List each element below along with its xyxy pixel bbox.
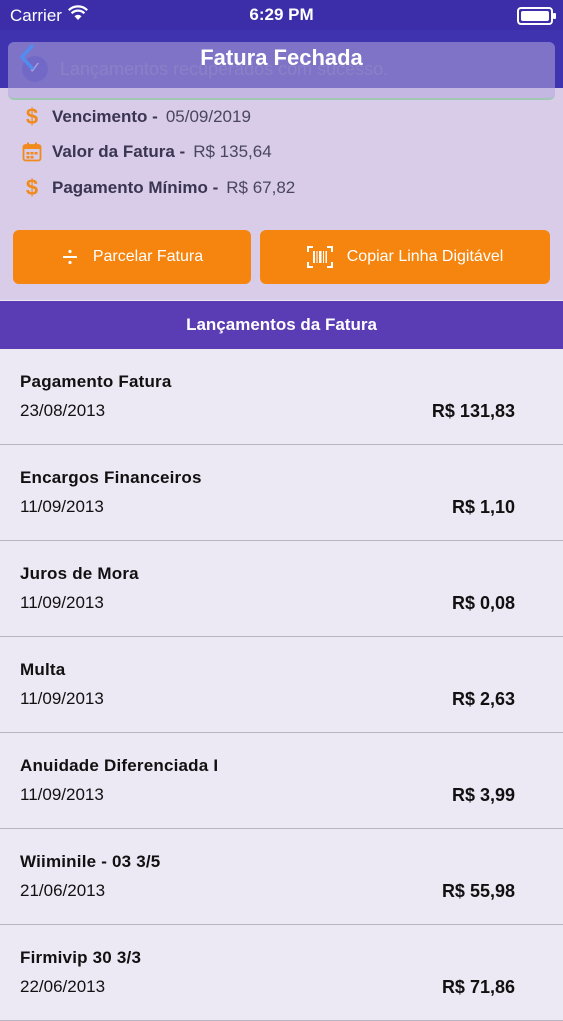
transaction-row[interactable]: Wiiminile - 03 3/5 21/06/2013 R$ 55,98: [0, 829, 563, 925]
barcode-icon: [306, 246, 333, 268]
transaction-description: Juros de Mora: [20, 564, 139, 583]
transaction-amount: R$ 2,63: [451, 689, 515, 709]
transaction-description: Pagamento Fatura: [20, 372, 172, 391]
copy-barcode-button-label: Copiar Linha Digitável: [346, 248, 504, 265]
due-date-row: $ Vencimento - 05/09/2019: [20, 103, 251, 131]
transactions-section-header: Lançamentos da Fatura: [0, 301, 563, 349]
installment-button[interactable]: Parcelar Fatura: [13, 230, 251, 284]
transaction-amount: R$ 0,08: [451, 593, 515, 613]
transaction-row[interactable]: Juros de Mora 11/09/2013 R$ 0,08: [0, 541, 563, 637]
transaction-amount: R$ 131,83: [431, 401, 515, 421]
page-title: Fatura Fechada: [200, 45, 363, 70]
transaction-row[interactable]: Pagamento Fatura 23/08/2013 R$ 131,83: [0, 349, 563, 445]
transaction-date: 21/06/2013: [20, 881, 106, 900]
transaction-amount: R$ 1,10: [451, 497, 515, 517]
transaction-description: Encargos Financeiros: [20, 468, 202, 487]
transaction-description: Anuidade Diferenciada I: [20, 756, 219, 775]
dollar-icon: $: [25, 104, 39, 129]
invoice-amount-label: Valor da Fatura -: [52, 142, 186, 161]
transaction-description: Firmivip 30 3/3: [20, 948, 142, 967]
transaction-description: Multa: [20, 660, 66, 679]
transaction-row[interactable]: Anuidade Diferenciada I 11/09/2013 R$ 3,…: [0, 733, 563, 829]
transaction-amount: R$ 3,99: [451, 785, 515, 805]
minimum-payment-row: $ Pagamento Mínimo - R$ 67,82: [20, 174, 295, 202]
battery-icon: [517, 7, 556, 25]
transaction-date: 11/09/2013: [20, 689, 104, 708]
calendar-icon: [20, 140, 44, 164]
due-date-label: Vencimento -: [52, 107, 158, 126]
dollar-icon: $: [25, 175, 39, 200]
due-date-value: 05/09/2019: [165, 107, 251, 126]
divide-icon: [61, 248, 79, 266]
transaction-date: 23/08/2013: [20, 401, 106, 420]
status-bar: Carrier 6:29 PM: [0, 0, 563, 30]
transaction-date: 11/09/2013: [20, 497, 104, 516]
invoice-amount-value: R$ 135,64: [193, 142, 272, 161]
transaction-amount: R$ 71,86: [441, 977, 515, 997]
transaction-amount: R$ 55,98: [441, 881, 515, 901]
transaction-date: 11/09/2013: [20, 593, 104, 612]
transaction-date: 11/09/2013: [20, 785, 104, 804]
transaction-date: 22/06/2013: [20, 977, 106, 996]
transaction-row[interactable]: Multa 11/09/2013 R$ 2,63: [0, 637, 563, 733]
minimum-payment-label: Pagamento Mínimo -: [52, 178, 219, 197]
clock: 6:29 PM: [249, 5, 314, 24]
transaction-description: Wiiminile - 03 3/5: [20, 852, 161, 871]
transaction-row[interactable]: Firmivip 30 3/3 22/06/2013 R$ 71,86: [0, 925, 563, 1021]
minimum-payment-value: R$ 67,82: [226, 178, 296, 197]
transaction-row[interactable]: Encargos Financeiros 11/09/2013 R$ 1,10: [0, 445, 563, 541]
copy-barcode-button[interactable]: Copiar Linha Digitável: [260, 230, 550, 284]
transactions-list: Pagamento Fatura 23/08/2013 R$ 131,83 En…: [0, 349, 563, 1021]
installment-button-label: Parcelar Fatura: [92, 248, 204, 265]
invoice-amount-row: Valor da Fatura - R$ 135,64: [20, 138, 272, 166]
